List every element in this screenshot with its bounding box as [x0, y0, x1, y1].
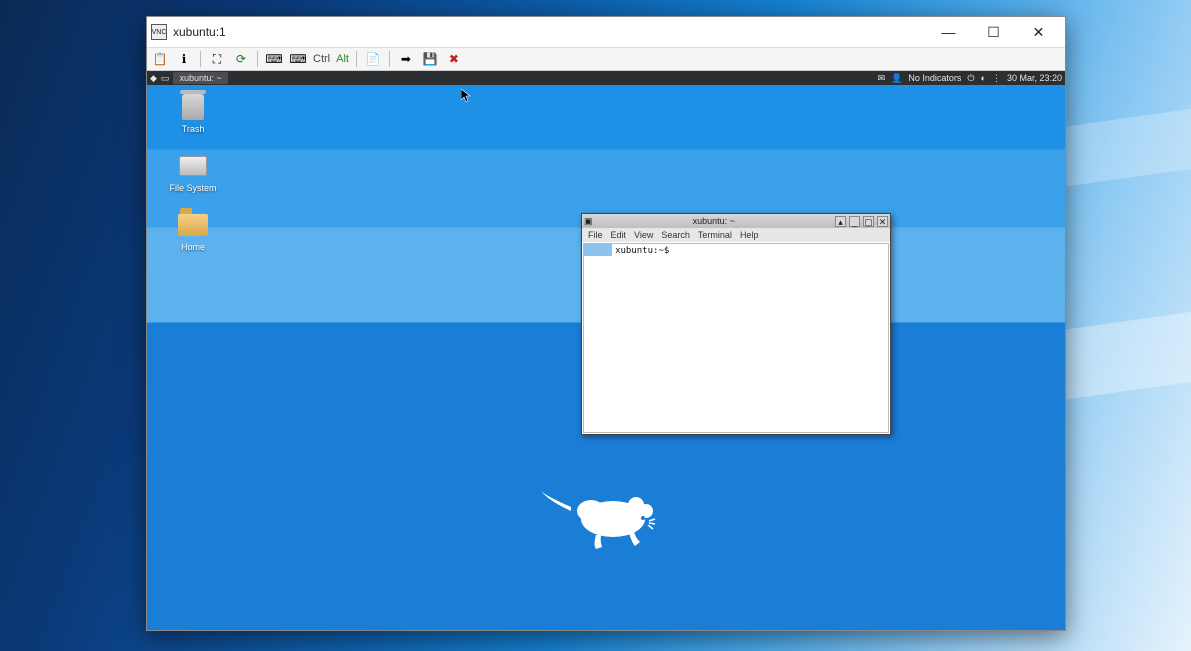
- terminal-body[interactable]: xubuntu:~$: [583, 243, 889, 433]
- terminal-menu-edit[interactable]: Edit: [611, 230, 627, 240]
- send-keys-button[interactable]: ⌨: [287, 49, 309, 69]
- terminal-menu-help[interactable]: Help: [740, 230, 759, 240]
- save-button[interactable]: 💾: [419, 49, 441, 69]
- toolbar-separator: [356, 51, 357, 67]
- connection-info-button[interactable]: ℹ: [173, 49, 195, 69]
- send-cad-button[interactable]: ⌨: [263, 49, 285, 69]
- terminal-menubar: File Edit View Search Terminal Help: [582, 228, 890, 242]
- new-connection-button[interactable]: 📋: [149, 49, 171, 69]
- volume-icon[interactable]: ◐: [981, 73, 986, 83]
- file-transfer-button[interactable]: ➡: [395, 49, 417, 69]
- close-button[interactable]: ✕: [1016, 17, 1061, 47]
- vnc-toolbar: 📋 ℹ ⛶ ⟳ ⌨ ⌨ Ctrl Alt 📄 ➡ 💾 ✖: [147, 47, 1065, 71]
- terminal-close-button[interactable]: ✕: [877, 216, 888, 227]
- vnc-titlebar[interactable]: VNC xubuntu:1 — ☐ ✕: [147, 17, 1065, 47]
- terminal-rollup-button[interactable]: ▴: [835, 216, 846, 227]
- folder-icon: [178, 214, 208, 236]
- desktop-icons: Trash File System Home: [165, 93, 221, 252]
- terminal-minimize-button[interactable]: _: [849, 216, 860, 227]
- fullscreen-button[interactable]: ⛶: [206, 49, 228, 69]
- terminal-maximize-button[interactable]: ▢: [863, 216, 874, 227]
- terminal-menu-search[interactable]: Search: [661, 230, 690, 240]
- mouse-cursor-icon: [461, 89, 471, 103]
- taskbar-item-terminal[interactable]: xubuntu: ~: [173, 72, 227, 84]
- alt-key-toggle[interactable]: Alt: [334, 53, 351, 65]
- applications-menu-icon[interactable]: ◆: [150, 73, 157, 84]
- disconnect-button[interactable]: ✖: [443, 49, 465, 69]
- xfce-mouse-logo: [541, 471, 671, 551]
- vnc-viewer-window: VNC xubuntu:1 — ☐ ✕ 📋 ℹ ⛶ ⟳ ⌨ ⌨ Ctrl Alt…: [146, 16, 1066, 631]
- desktop-icon-trash[interactable]: Trash: [165, 93, 221, 134]
- terminal-menu-terminal[interactable]: Terminal: [698, 230, 732, 240]
- maximize-button[interactable]: ☐: [971, 17, 1016, 47]
- desktop-icon-label: Home: [165, 242, 221, 252]
- desktop-icon-filesystem[interactable]: File System: [165, 152, 221, 193]
- desktop-icon-label: File System: [165, 183, 221, 193]
- user-indicator-icon[interactable]: 👤: [891, 73, 902, 84]
- terminal-titlebar[interactable]: ▣ xubuntu: ~ ▴ _ ▢ ✕: [582, 214, 890, 228]
- panel-clock[interactable]: 30 Mar, 23:20: [1007, 73, 1062, 83]
- clipboard-button[interactable]: 📄: [362, 49, 384, 69]
- workspace-switcher-icon[interactable]: ▭: [161, 73, 170, 84]
- indicators-label: No Indicators: [908, 73, 961, 83]
- minimize-button[interactable]: —: [926, 17, 971, 47]
- toolbar-separator: [257, 51, 258, 67]
- terminal-menu-view[interactable]: View: [634, 230, 653, 240]
- more-icon[interactable]: ⋮: [992, 73, 1001, 84]
- network-icon[interactable]: ⏻: [967, 73, 974, 84]
- toolbar-separator: [200, 51, 201, 67]
- toolbar-separator: [389, 51, 390, 67]
- terminal-window[interactable]: ▣ xubuntu: ~ ▴ _ ▢ ✕ File Edit View Sear…: [581, 213, 891, 435]
- vnc-title-text: xubuntu:1: [173, 25, 226, 39]
- mail-indicator-icon[interactable]: ✉: [878, 73, 886, 84]
- terminal-menu-file[interactable]: File: [588, 230, 603, 240]
- drive-icon: [179, 156, 207, 176]
- terminal-prompt: xubuntu:~$: [588, 246, 884, 256]
- remote-desktop[interactable]: ◆ ▭ xubuntu: ~ ✉ 👤 No Indicators ⏻ ◐ ⋮ 3…: [147, 71, 1065, 630]
- terminal-app-icon: ▣: [584, 216, 593, 227]
- trash-icon: [182, 94, 204, 120]
- desktop-icon-home[interactable]: Home: [165, 211, 221, 252]
- vnc-app-icon: VNC: [151, 24, 167, 40]
- xfce-panel[interactable]: ◆ ▭ xubuntu: ~ ✉ 👤 No Indicators ⏻ ◐ ⋮ 3…: [147, 71, 1065, 85]
- terminal-title-text: xubuntu: ~: [596, 216, 832, 226]
- ctrl-key-toggle[interactable]: Ctrl: [311, 53, 332, 65]
- refresh-button[interactable]: ⟳: [230, 49, 252, 69]
- desktop-icon-label: Trash: [165, 124, 221, 134]
